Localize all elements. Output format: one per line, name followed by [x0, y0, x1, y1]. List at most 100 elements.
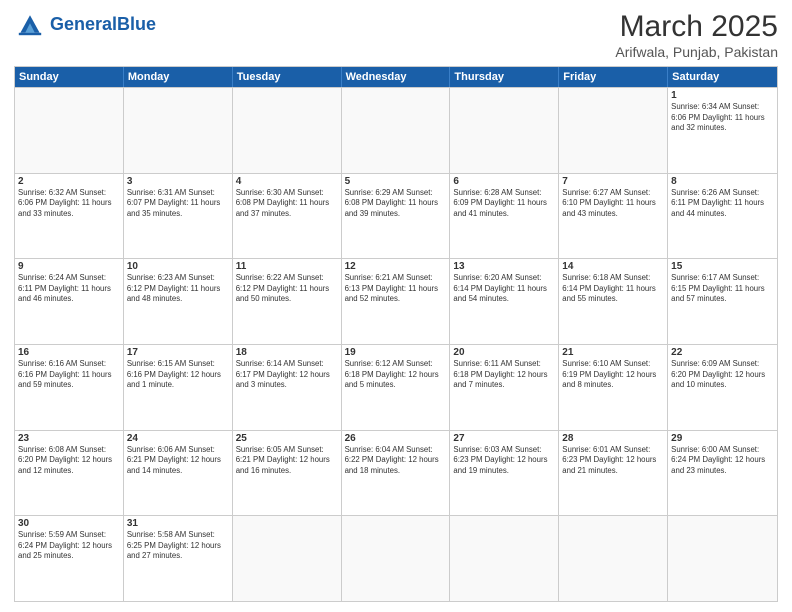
- calendar-body: 1Sunrise: 6:34 AM Sunset: 6:06 PM Daylig…: [15, 87, 777, 601]
- day-info: Sunrise: 5:59 AM Sunset: 6:24 PM Dayligh…: [18, 530, 120, 562]
- cal-row-1: 2Sunrise: 6:32 AM Sunset: 6:06 PM Daylig…: [15, 173, 777, 259]
- cal-cell: [342, 516, 451, 601]
- cal-cell: 26Sunrise: 6:04 AM Sunset: 6:22 PM Dayli…: [342, 431, 451, 516]
- day-number: 26: [345, 433, 447, 444]
- logo-general: General: [50, 14, 117, 34]
- day-info: Sunrise: 6:06 AM Sunset: 6:21 PM Dayligh…: [127, 445, 229, 477]
- day-info: Sunrise: 6:08 AM Sunset: 6:20 PM Dayligh…: [18, 445, 120, 477]
- cal-cell: 22Sunrise: 6:09 AM Sunset: 6:20 PM Dayli…: [668, 345, 777, 430]
- day-number: 29: [671, 433, 774, 444]
- day-number: 4: [236, 176, 338, 187]
- day-number: 14: [562, 261, 664, 272]
- cal-cell: 27Sunrise: 6:03 AM Sunset: 6:23 PM Dayli…: [450, 431, 559, 516]
- day-info: Sunrise: 5:58 AM Sunset: 6:25 PM Dayligh…: [127, 530, 229, 562]
- day-info: Sunrise: 6:10 AM Sunset: 6:19 PM Dayligh…: [562, 359, 664, 391]
- day-number: 10: [127, 261, 229, 272]
- logo: GeneralBlue: [14, 10, 156, 38]
- cal-cell: [233, 88, 342, 173]
- day-info: Sunrise: 6:05 AM Sunset: 6:21 PM Dayligh…: [236, 445, 338, 477]
- day-number: 15: [671, 261, 774, 272]
- day-info: Sunrise: 6:12 AM Sunset: 6:18 PM Dayligh…: [345, 359, 447, 391]
- day-info: Sunrise: 6:09 AM Sunset: 6:20 PM Dayligh…: [671, 359, 774, 391]
- cal-cell: 6Sunrise: 6:28 AM Sunset: 6:09 PM Daylig…: [450, 174, 559, 259]
- cal-cell: [559, 516, 668, 601]
- cal-cell: [450, 516, 559, 601]
- day-info: Sunrise: 6:11 AM Sunset: 6:18 PM Dayligh…: [453, 359, 555, 391]
- day-info: Sunrise: 6:31 AM Sunset: 6:07 PM Dayligh…: [127, 188, 229, 220]
- cal-cell: 10Sunrise: 6:23 AM Sunset: 6:12 PM Dayli…: [124, 259, 233, 344]
- logo-text: GeneralBlue: [50, 14, 156, 35]
- day-info: Sunrise: 6:03 AM Sunset: 6:23 PM Dayligh…: [453, 445, 555, 477]
- cal-cell: 11Sunrise: 6:22 AM Sunset: 6:12 PM Dayli…: [233, 259, 342, 344]
- cal-cell: [15, 88, 124, 173]
- day-info: Sunrise: 6:26 AM Sunset: 6:11 PM Dayligh…: [671, 188, 774, 220]
- day-number: 9: [18, 261, 120, 272]
- cal-header-wednesday: Wednesday: [342, 67, 451, 87]
- day-info: Sunrise: 6:18 AM Sunset: 6:14 PM Dayligh…: [562, 273, 664, 305]
- page: GeneralBlue March 2025 Arifwala, Punjab,…: [0, 0, 792, 612]
- day-info: Sunrise: 6:28 AM Sunset: 6:09 PM Dayligh…: [453, 188, 555, 220]
- cal-cell: 20Sunrise: 6:11 AM Sunset: 6:18 PM Dayli…: [450, 345, 559, 430]
- cal-header-tuesday: Tuesday: [233, 67, 342, 87]
- logo-icon: [14, 10, 46, 38]
- cal-row-4: 23Sunrise: 6:08 AM Sunset: 6:20 PM Dayli…: [15, 430, 777, 516]
- location: Arifwala, Punjab, Pakistan: [615, 44, 778, 60]
- day-info: Sunrise: 6:34 AM Sunset: 6:06 PM Dayligh…: [671, 102, 774, 134]
- day-info: Sunrise: 6:20 AM Sunset: 6:14 PM Dayligh…: [453, 273, 555, 305]
- cal-cell: 24Sunrise: 6:06 AM Sunset: 6:21 PM Dayli…: [124, 431, 233, 516]
- day-info: Sunrise: 6:30 AM Sunset: 6:08 PM Dayligh…: [236, 188, 338, 220]
- day-info: Sunrise: 6:01 AM Sunset: 6:23 PM Dayligh…: [562, 445, 664, 477]
- day-number: 13: [453, 261, 555, 272]
- day-number: 12: [345, 261, 447, 272]
- day-number: 1: [671, 90, 774, 101]
- day-info: Sunrise: 6:04 AM Sunset: 6:22 PM Dayligh…: [345, 445, 447, 477]
- calendar-header-row: SundayMondayTuesdayWednesdayThursdayFrid…: [15, 67, 777, 87]
- cal-cell: [342, 88, 451, 173]
- cal-row-3: 16Sunrise: 6:16 AM Sunset: 6:16 PM Dayli…: [15, 344, 777, 430]
- cal-cell: 2Sunrise: 6:32 AM Sunset: 6:06 PM Daylig…: [15, 174, 124, 259]
- cal-cell: 1Sunrise: 6:34 AM Sunset: 6:06 PM Daylig…: [668, 88, 777, 173]
- day-number: 23: [18, 433, 120, 444]
- cal-cell: 29Sunrise: 6:00 AM Sunset: 6:24 PM Dayli…: [668, 431, 777, 516]
- day-number: 21: [562, 347, 664, 358]
- calendar: SundayMondayTuesdayWednesdayThursdayFrid…: [14, 66, 778, 602]
- day-number: 6: [453, 176, 555, 187]
- day-info: Sunrise: 6:00 AM Sunset: 6:24 PM Dayligh…: [671, 445, 774, 477]
- day-number: 20: [453, 347, 555, 358]
- cal-cell: 15Sunrise: 6:17 AM Sunset: 6:15 PM Dayli…: [668, 259, 777, 344]
- day-info: Sunrise: 6:14 AM Sunset: 6:17 PM Dayligh…: [236, 359, 338, 391]
- day-number: 11: [236, 261, 338, 272]
- cal-cell: 4Sunrise: 6:30 AM Sunset: 6:08 PM Daylig…: [233, 174, 342, 259]
- day-info: Sunrise: 6:32 AM Sunset: 6:06 PM Dayligh…: [18, 188, 120, 220]
- cal-header-monday: Monday: [124, 67, 233, 87]
- cal-cell: [124, 88, 233, 173]
- logo-blue: Blue: [117, 14, 156, 34]
- cal-cell: [668, 516, 777, 601]
- cal-header-sunday: Sunday: [15, 67, 124, 87]
- cal-cell: 23Sunrise: 6:08 AM Sunset: 6:20 PM Dayli…: [15, 431, 124, 516]
- cal-cell: [450, 88, 559, 173]
- day-number: 25: [236, 433, 338, 444]
- cal-cell: 8Sunrise: 6:26 AM Sunset: 6:11 PM Daylig…: [668, 174, 777, 259]
- cal-cell: 16Sunrise: 6:16 AM Sunset: 6:16 PM Dayli…: [15, 345, 124, 430]
- day-number: 18: [236, 347, 338, 358]
- cal-cell: 12Sunrise: 6:21 AM Sunset: 6:13 PM Dayli…: [342, 259, 451, 344]
- day-info: Sunrise: 6:23 AM Sunset: 6:12 PM Dayligh…: [127, 273, 229, 305]
- month-year: March 2025: [615, 10, 778, 44]
- cal-cell: 21Sunrise: 6:10 AM Sunset: 6:19 PM Dayli…: [559, 345, 668, 430]
- cal-cell: 28Sunrise: 6:01 AM Sunset: 6:23 PM Dayli…: [559, 431, 668, 516]
- day-number: 22: [671, 347, 774, 358]
- day-number: 17: [127, 347, 229, 358]
- day-number: 16: [18, 347, 120, 358]
- cal-cell: [559, 88, 668, 173]
- cal-cell: 17Sunrise: 6:15 AM Sunset: 6:16 PM Dayli…: [124, 345, 233, 430]
- cal-cell: 18Sunrise: 6:14 AM Sunset: 6:17 PM Dayli…: [233, 345, 342, 430]
- cal-cell: 30Sunrise: 5:59 AM Sunset: 6:24 PM Dayli…: [15, 516, 124, 601]
- day-info: Sunrise: 6:16 AM Sunset: 6:16 PM Dayligh…: [18, 359, 120, 391]
- cal-cell: 19Sunrise: 6:12 AM Sunset: 6:18 PM Dayli…: [342, 345, 451, 430]
- cal-row-5: 30Sunrise: 5:59 AM Sunset: 6:24 PM Dayli…: [15, 515, 777, 601]
- day-info: Sunrise: 6:22 AM Sunset: 6:12 PM Dayligh…: [236, 273, 338, 305]
- day-info: Sunrise: 6:21 AM Sunset: 6:13 PM Dayligh…: [345, 273, 447, 305]
- day-info: Sunrise: 6:27 AM Sunset: 6:10 PM Dayligh…: [562, 188, 664, 220]
- cal-row-0: 1Sunrise: 6:34 AM Sunset: 6:06 PM Daylig…: [15, 87, 777, 173]
